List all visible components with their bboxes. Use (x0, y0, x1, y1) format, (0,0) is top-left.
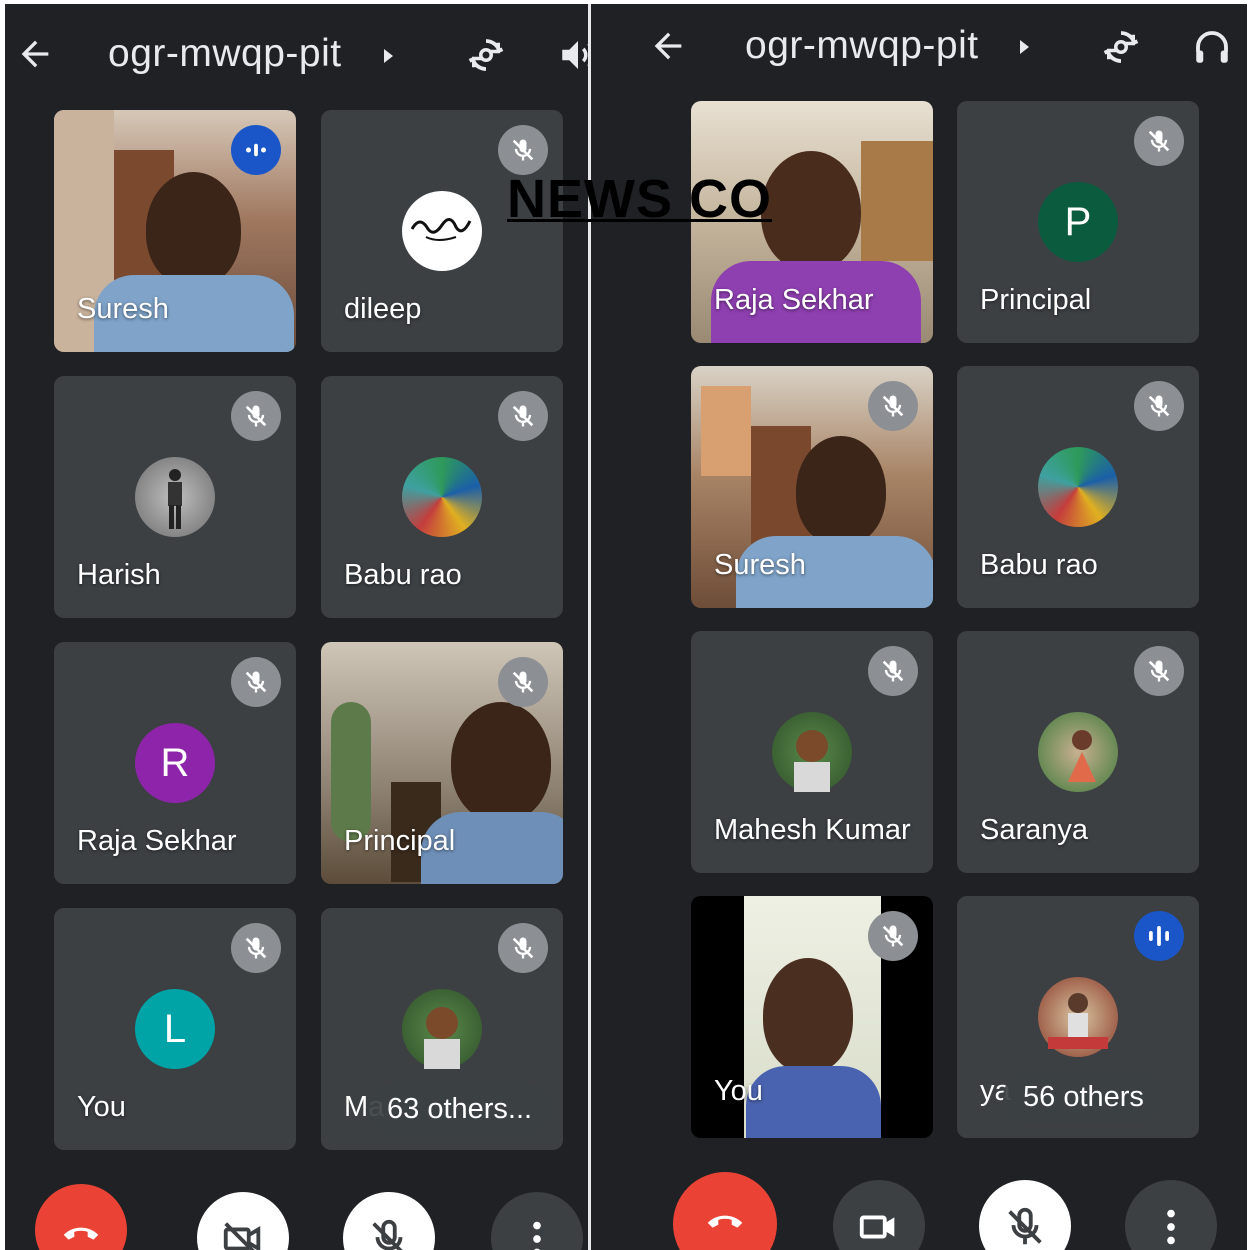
mic-off-icon (498, 657, 548, 707)
news-watermark: NEWS CO (507, 169, 773, 229)
camera-toggle-button[interactable] (197, 1192, 289, 1250)
participant-name: Suresh (714, 549, 806, 581)
avatar: R (135, 723, 215, 803)
more-options-button[interactable] (491, 1192, 583, 1250)
top-bar: ogr-mwqp-pit (5, 4, 588, 104)
avatar: P (1038, 182, 1118, 262)
avatar (402, 457, 482, 537)
name-ellipsis: ... (507, 1093, 533, 1125)
mic-off-icon (231, 657, 281, 707)
caret-right-icon[interactable] (384, 49, 393, 63)
participant-name: Babu rao (344, 559, 462, 591)
switch-camera-icon[interactable] (1100, 26, 1142, 68)
others-count-badge[interactable]: 56 others (1003, 1071, 1164, 1124)
speaking-icon (1134, 911, 1184, 961)
participant-tile-suresh[interactable]: Suresh (691, 366, 933, 608)
participant-tile-raja-sekhar[interactable]: R Raja Sekhar (54, 642, 296, 884)
participant-name: Mahesh Kumar (714, 814, 911, 846)
avatar: L (135, 989, 215, 1069)
avatar (135, 457, 215, 537)
participant-tile-principal[interactable]: P Principal (957, 101, 1199, 343)
avatar (1038, 447, 1118, 527)
end-call-icon (707, 1215, 743, 1228)
participant-tile-babu-rao[interactable]: Babu rao (957, 366, 1199, 608)
participant-tile-others[interactable]: Ma 63 others... (321, 908, 563, 1150)
participant-name: Suresh (77, 293, 169, 325)
end-call-icon (63, 1227, 99, 1240)
end-call-button[interactable] (35, 1184, 127, 1250)
more-vert-icon (533, 1221, 541, 1250)
participant-name: You (77, 1091, 126, 1123)
speaking-icon (231, 125, 281, 175)
end-call-button[interactable] (673, 1172, 777, 1250)
camera-toggle-button[interactable] (833, 1180, 925, 1250)
meeting-code-title[interactable]: ogr-mwqp-pit (745, 24, 979, 68)
mic-off-icon (868, 646, 918, 696)
back-arrow-icon[interactable] (648, 26, 688, 66)
avatar (402, 191, 482, 271)
participant-tile-saranya[interactable]: Saranya (957, 631, 1199, 873)
mic-off-icon (868, 911, 918, 961)
participant-name: dileep (344, 293, 422, 325)
participant-name: Harish (77, 559, 161, 591)
mic-off-icon (498, 923, 548, 973)
top-bar: ogr-mwqp-pit (591, 4, 1247, 104)
participant-name: Saranya (980, 814, 1089, 846)
left-meeting-screen: ogr-mwqp-pit Suresh dileep Harish Babu r… (5, 4, 588, 1250)
participant-name: Raja Sekhar (77, 825, 237, 857)
participant-tile-you[interactable]: L You (54, 908, 296, 1150)
video-off-icon (223, 1222, 261, 1250)
back-arrow-icon[interactable] (15, 34, 55, 74)
mic-off-icon (498, 391, 548, 441)
mic-off-icon (231, 391, 281, 441)
mic-toggle-button[interactable] (343, 1192, 435, 1250)
participant-tile-babu-rao[interactable]: Babu rao (321, 376, 563, 618)
others-count: 56 others (1023, 1081, 1144, 1113)
mic-toggle-button[interactable] (979, 1180, 1071, 1250)
avatar (1038, 712, 1118, 792)
avatar (772, 712, 852, 792)
participant-name: Principal (980, 284, 1092, 316)
video-icon (859, 1215, 895, 1239)
participant-tile-mahesh-kumar[interactable]: Mahesh Kumar (691, 631, 933, 873)
mic-off-icon (1134, 116, 1184, 166)
avatar (402, 989, 482, 1069)
mic-off-icon (1008, 1207, 1042, 1245)
participant-tile-you[interactable]: You (691, 896, 933, 1138)
headphones-icon[interactable] (1191, 26, 1233, 68)
mic-off-icon (868, 381, 918, 431)
participant-tile-others[interactable]: ya 56 others (957, 896, 1199, 1138)
more-vert-icon (1167, 1209, 1175, 1245)
avatar (1038, 977, 1118, 1057)
others-count: 63 others (387, 1093, 508, 1125)
participant-tile-suresh[interactable]: Suresh (54, 110, 296, 352)
participant-name: You (714, 1075, 763, 1107)
participant-tile-principal[interactable]: Principal (321, 642, 563, 884)
mic-off-icon (231, 923, 281, 973)
more-options-button[interactable] (1125, 1180, 1217, 1250)
mic-off-icon (372, 1219, 403, 1250)
others-count-badge[interactable]: 63 others... (367, 1083, 553, 1136)
mic-off-icon (1134, 646, 1184, 696)
switch-camera-icon[interactable] (465, 34, 507, 76)
caret-right-icon[interactable] (1020, 40, 1029, 54)
mic-off-icon (1134, 381, 1184, 431)
speaker-icon[interactable] (557, 34, 588, 76)
participant-tile-dileep[interactable]: dileep (321, 110, 563, 352)
participant-name: Raja Sekhar (714, 284, 874, 316)
participant-name: Babu rao (980, 549, 1098, 581)
participant-tile-harish[interactable]: Harish (54, 376, 296, 618)
meeting-code-title[interactable]: ogr-mwqp-pit (108, 32, 342, 76)
participant-name: Principal (344, 825, 456, 857)
